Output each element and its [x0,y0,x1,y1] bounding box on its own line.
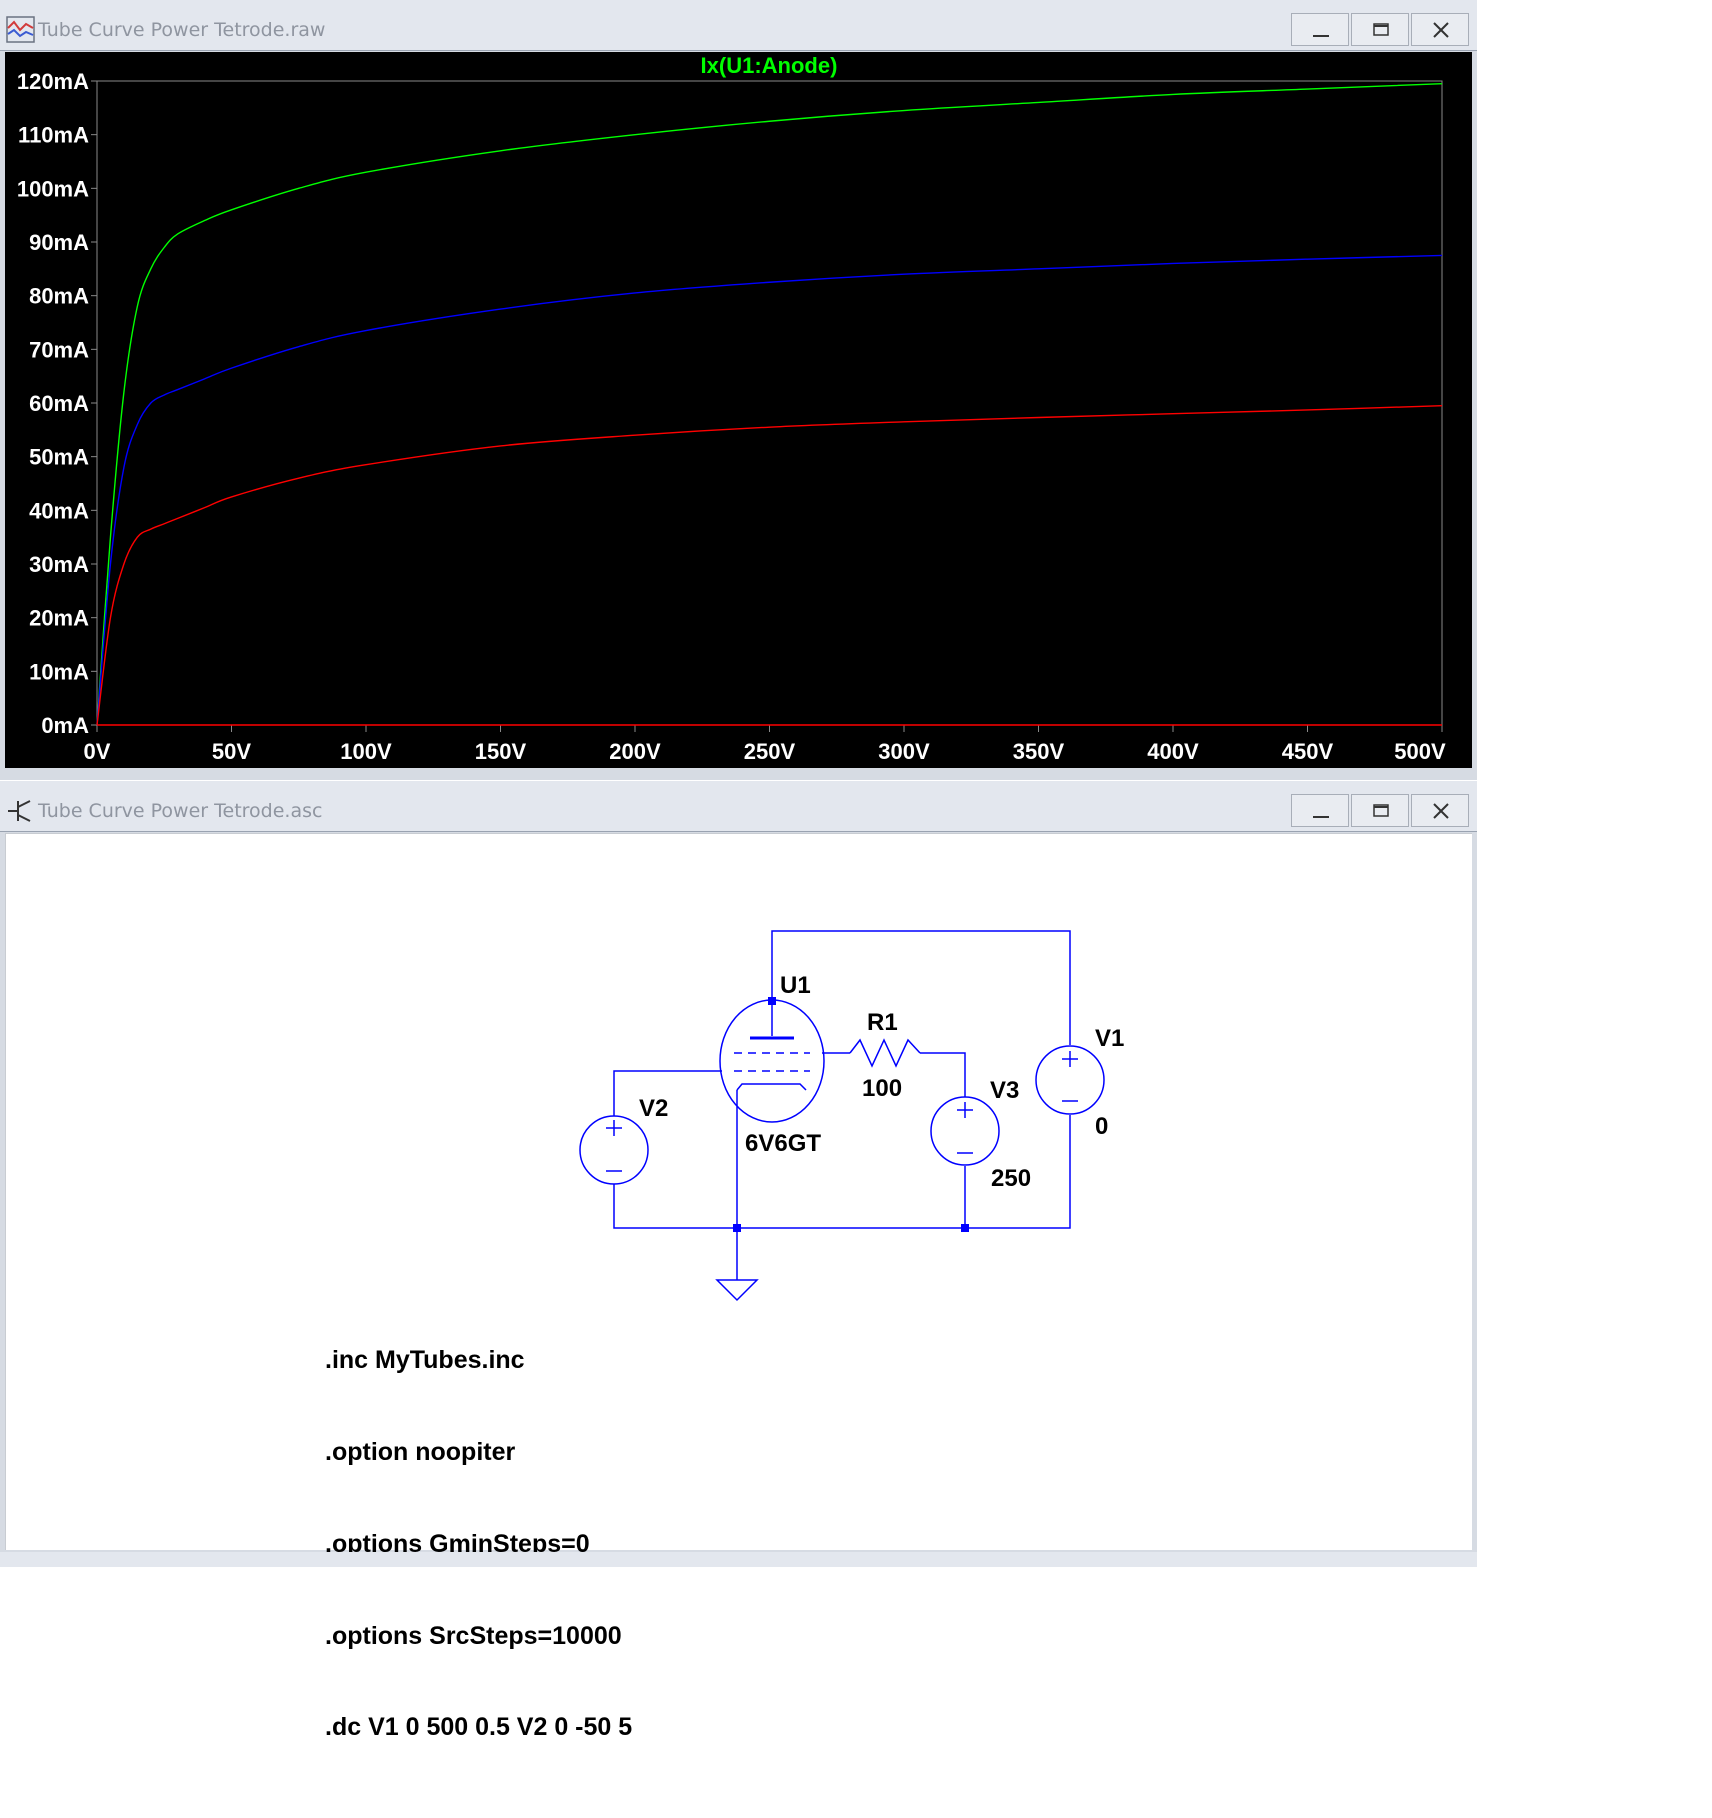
y-tick-label: 120mA [17,69,89,94]
series-line-2[interactable] [96,404,1443,726]
schematic-titlebar[interactable]: Tube Curve Power Tetrode.asc [0,781,1477,832]
x-tick-label: 300V [878,739,930,764]
series-line-1[interactable] [96,254,1443,726]
waveform-window: Tube Curve Power Tetrode.raw Ix(U1:Anode… [0,0,1477,780]
x-axis: 0V 50V 100V 150V 200V 250V 300V 350V 400V 450V 500… [84,725,1446,764]
schematic-close-button[interactable] [1411,794,1469,827]
x-tick-label: 250V [744,739,796,764]
spice-directive[interactable]: .option noopiter [325,1437,632,1468]
minimize-icon [1313,816,1329,818]
minimize-icon [1313,35,1329,37]
schematic-maximize-button[interactable] [1351,794,1409,827]
close-icon [1433,803,1449,819]
y-tick-label: 60mA [29,391,89,416]
window-bottom-border [0,1552,1477,1567]
schematic-icon [8,800,31,822]
y-tick-label: 100mA [17,176,89,201]
close-icon [1433,22,1449,38]
y-tick-label: 110mA [18,123,89,148]
x-tick-label: 50V [212,739,251,764]
y-tick-label: 70mA [29,337,89,362]
waveform-close-button[interactable] [1411,13,1469,46]
schematic-canvas[interactable] [5,833,1472,1550]
waveform-icon [6,16,35,43]
y-tick-label: 40mA [29,498,89,523]
y-tick-label: 50mA [29,445,89,470]
x-tick-label: 350V [1013,739,1065,764]
series-line-0[interactable] [96,82,1443,726]
x-tick-label: 150V [475,739,527,764]
y-axis: 0mA 10mA 20mA 30mA 40mA 50mA 60mA 70mA 80mA 90mA 1… [17,69,97,738]
x-tick-label: 450V [1282,739,1334,764]
series-group [96,82,1443,726]
spice-directive[interactable]: .inc MyTubes.inc [325,1345,632,1376]
x-tick-label: 100V [340,739,392,764]
y-tick-label: 30mA [29,552,89,577]
schematic-window-title: Tube Curve Power Tetrode.asc [38,800,323,822]
plot-frame [96,80,1443,726]
x-tick-label: 0V [84,739,111,764]
waveform-window-title: Tube Curve Power Tetrode.raw [38,19,326,41]
spice-directive[interactable]: .options SrcSteps=10000 [325,1621,632,1652]
restore-icon [1373,23,1389,36]
waveform-minimize-button[interactable] [1291,13,1349,46]
spice-directives[interactable]: .inc MyTubes.inc .option noopiter .optio… [325,1284,632,1774]
y-tick-label: 10mA [29,659,89,684]
waveform-maximize-button[interactable] [1351,13,1409,46]
x-tick-label: 400V [1147,739,1199,764]
spice-directive[interactable]: .dc V1 0 500 0.5 V2 0 -50 5 [325,1712,632,1743]
restore-icon [1373,804,1389,817]
trace-label[interactable]: Ix(U1:Anode) [701,53,838,78]
x-tick-label: 200V [609,739,661,764]
waveform-plot[interactable]: Ix(U1:Anode) 0mA 10mA 20mA 30mA 40mA 50mA 60mA… [5,52,1472,768]
plot-pane[interactable]: Ix(U1:Anode) 0mA 10mA 20mA 30mA 40mA 50mA 60mA… [5,52,1472,768]
y-tick-label: 0mA [41,713,89,738]
waveform-titlebar[interactable]: Tube Curve Power Tetrode.raw [0,0,1477,51]
x-tick-label: 500V [1394,739,1446,764]
schematic-minimize-button[interactable] [1291,794,1349,827]
y-tick-label: 90mA [29,230,89,255]
y-tick-label: 20mA [29,606,89,631]
y-tick-label: 80mA [29,284,89,309]
